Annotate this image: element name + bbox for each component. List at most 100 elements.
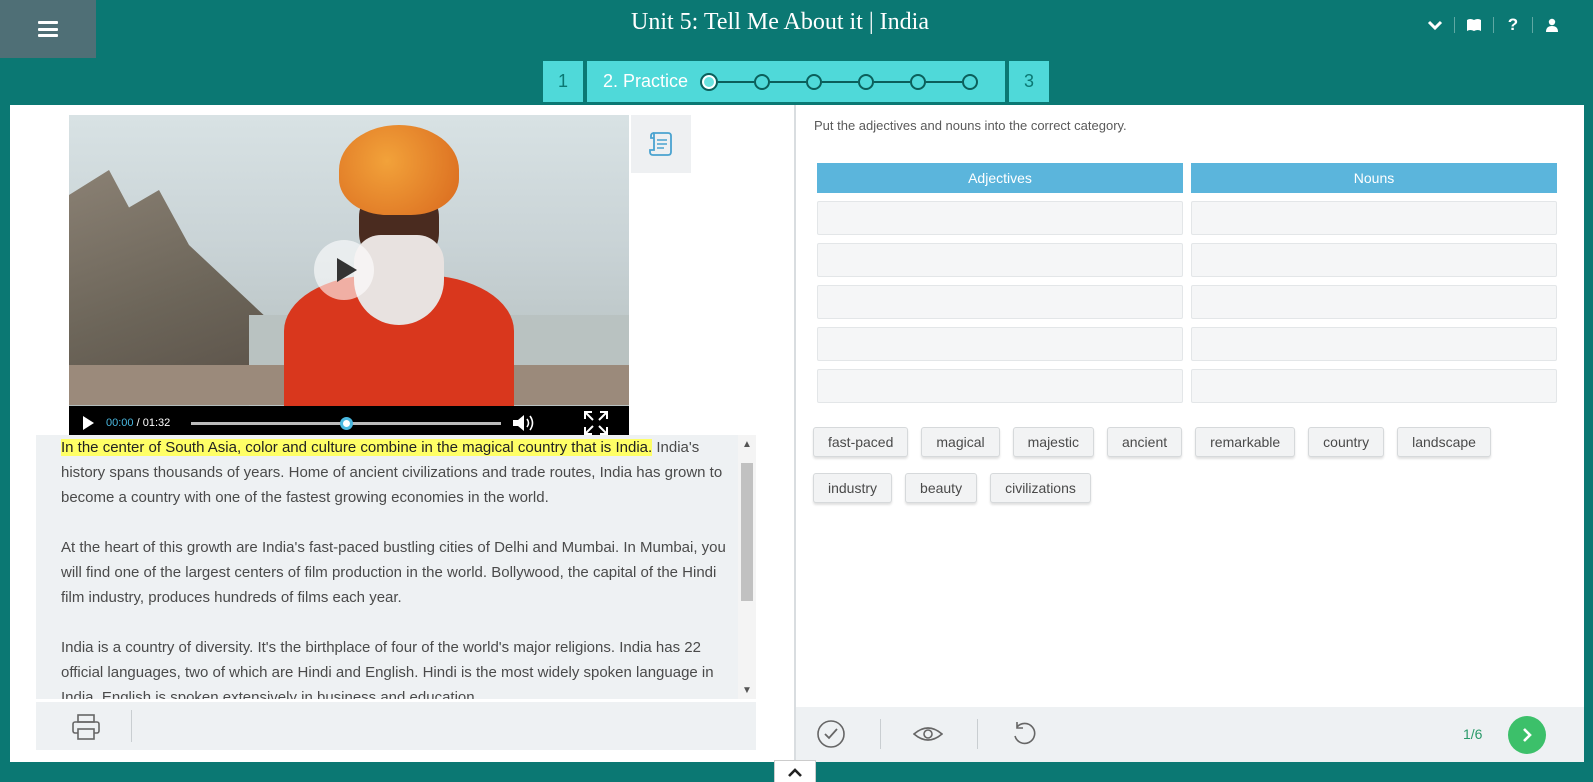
progress-line [770,80,807,83]
seek-handle[interactable] [340,416,353,430]
step-3-label: 3 [1023,71,1034,91]
word-chip[interactable]: civilizations [990,473,1091,503]
noun-drop-slot[interactable] [1191,369,1557,403]
progress-line [822,80,859,83]
media-panel: 00:00 / 01:32 In the center of South Asi… [10,105,794,762]
menu-icon [38,21,58,37]
noun-drop-slot[interactable] [1191,243,1557,277]
user-icon [1546,18,1558,32]
exercise-panel: Put the adjectives and nouns into the co… [796,105,1584,762]
volume-icon[interactable] [511,414,537,432]
paragraph-1: In the center of South Asia, color and c… [61,435,731,510]
transcript-button[interactable] [631,115,691,173]
current-time: 00:00 [106,417,134,429]
collapse-tab[interactable] [774,760,816,782]
page-counter: 1/6 [1463,726,1483,742]
word-chip[interactable]: magical [921,427,1000,457]
next-arrow-icon [1523,728,1532,742]
footer-separator [131,710,132,742]
step-1-tab[interactable]: 1 [543,61,583,102]
word-chip[interactable]: landscape [1397,427,1491,457]
app-header: Unit 5: Tell Me About it | India ? [0,0,1593,58]
progress-dot[interactable] [806,73,823,90]
seek-bar[interactable] [191,416,501,430]
progress-dot[interactable] [700,72,719,91]
dropdown-button[interactable] [1416,12,1454,38]
adjective-drop-slot[interactable] [817,243,1183,277]
header-toolbar: ? [1416,12,1571,38]
nouns-header: Nouns [1191,163,1557,193]
highlighted-sentence: In the center of South Asia, color and c… [61,439,653,456]
book-button[interactable] [1455,12,1493,38]
help-icon: ? [1507,15,1519,34]
play-button[interactable] [83,416,94,430]
play-icon [336,258,357,282]
video-player[interactable]: 00:00 / 01:32 [69,115,629,440]
reading-text-panel[interactable]: In the center of South Asia, color and c… [36,435,756,699]
footer-separator [880,719,881,749]
step-2-tab[interactable]: 2. Practice [587,61,1005,102]
exercise-footer: 1/6 [796,707,1584,762]
progress-dot[interactable] [910,73,927,90]
chevron-up-icon [788,767,802,777]
step-2-label: 2. Practice [603,71,689,91]
progress-line [718,80,755,83]
media-footer [36,702,756,750]
step-3-tab[interactable]: 3 [1009,61,1049,102]
video-frame-turban [339,125,459,215]
nouns-column: Nouns [1191,163,1557,411]
word-bank: fast-paced magical majestic ancient remarkab… [813,427,1533,519]
print-icon[interactable] [71,714,101,740]
adjective-drop-slot[interactable] [817,369,1183,403]
reset-icon[interactable] [1009,719,1039,749]
word-chip[interactable]: fast-paced [813,427,909,457]
category-columns: Adjectives Nouns [817,163,1557,411]
progress-line [926,80,963,83]
scroll-thumb[interactable] [741,463,753,601]
step-1-label: 1 [557,71,568,91]
reading-scrollbar[interactable]: ▲ ▼ [738,435,756,699]
word-chip[interactable]: beauty [905,473,978,503]
progress-dots [700,72,979,91]
paragraph-3: India is a country of diversity. It's th… [61,639,714,699]
progress-line [874,80,911,83]
adjectives-column: Adjectives [817,163,1183,411]
chevron-down-icon [1427,20,1443,31]
progress-dot[interactable] [754,73,771,90]
word-chip[interactable]: industry [813,473,893,503]
help-button[interactable]: ? [1494,12,1532,38]
big-play-button[interactable] [314,240,374,300]
word-chip[interactable]: majestic [1012,427,1094,457]
word-chip[interactable]: remarkable [1195,427,1296,457]
next-button[interactable] [1508,716,1546,754]
exercise-instruction: Put the adjectives and nouns into the co… [814,118,1127,133]
adjectives-header: Adjectives [817,163,1183,193]
noun-drop-slot[interactable] [1191,327,1557,361]
progress-dot[interactable] [858,73,875,90]
user-button[interactable] [1533,12,1571,38]
eye-icon[interactable] [913,719,943,749]
reading-text: In the center of South Asia, color and c… [61,435,731,699]
book-icon [1467,19,1481,31]
adjective-drop-slot[interactable] [817,285,1183,319]
noun-drop-slot[interactable] [1191,285,1557,319]
step-navigation: 1 2. Practice 3 [543,61,1049,102]
fullscreen-icon[interactable] [583,410,609,436]
footer-separator [977,719,978,749]
word-chip[interactable]: country [1308,427,1385,457]
page-title: Unit 5: Tell Me About it | India [631,9,929,35]
scroll-up-icon[interactable]: ▲ [738,435,756,453]
paragraph-2: At the heart of this growth are India's … [61,539,726,606]
word-chip[interactable]: ancient [1106,427,1183,457]
transcript-icon [649,132,672,156]
scroll-down-icon[interactable]: ▼ [738,681,756,699]
adjective-drop-slot[interactable] [817,201,1183,235]
progress-dot[interactable] [962,73,979,90]
video-frame-buildings [69,170,269,395]
video-time: 00:00 / 01:32 [106,417,176,429]
noun-drop-slot[interactable] [1191,201,1557,235]
menu-button[interactable] [0,0,96,58]
duration: / 01:32 [136,417,171,429]
check-icon[interactable] [816,719,846,749]
adjective-drop-slot[interactable] [817,327,1183,361]
